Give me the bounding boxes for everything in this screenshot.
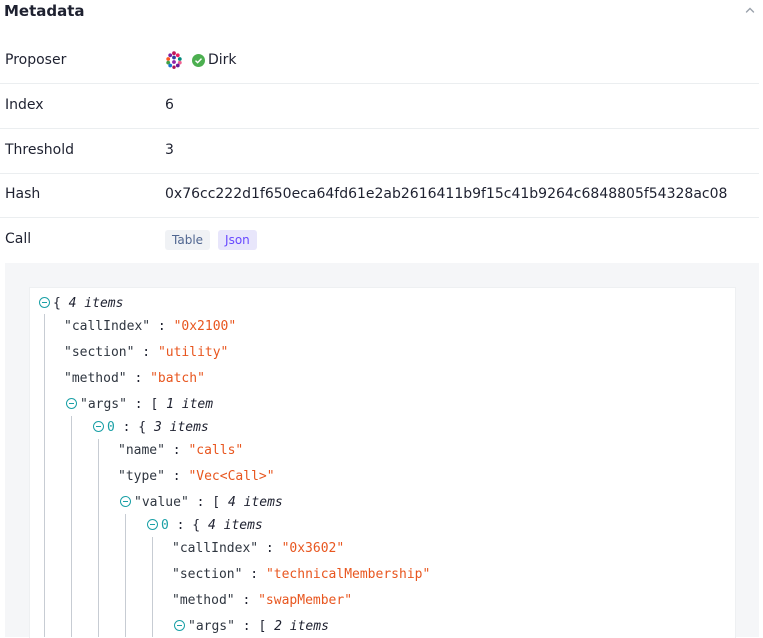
collapse-toggle-icon[interactable]	[147, 519, 158, 530]
json-line: "callIndex" : "0x3602"	[172, 541, 345, 556]
tree-guide-line	[98, 439, 99, 637]
tree-guide-line	[125, 514, 126, 637]
proposer-label: Proposer	[5, 52, 67, 68]
json-viewer	[29, 287, 736, 638]
call-label: Call	[5, 231, 32, 247]
hash-value: 0x76cc222d1f650eca64fd61e2ab2616411b9f15…	[165, 186, 728, 202]
index-row: Index 6	[0, 84, 759, 129]
index-label: Index	[5, 97, 44, 113]
json-line: 0 : { 4 items	[147, 518, 263, 533]
json-line: "section" : "utility"	[64, 345, 229, 360]
threshold-row: Threshold 3	[0, 129, 759, 174]
verified-check-icon	[192, 53, 205, 67]
proposer-row: Proposer Dirk	[0, 39, 759, 84]
json-line: "args" : [ 1 item	[66, 397, 213, 412]
json-line: "value" : [ 4 items	[120, 495, 283, 510]
tree-guide-line	[44, 314, 45, 637]
proposer-name[interactable]: Dirk	[208, 52, 237, 68]
threshold-label: Threshold	[5, 142, 74, 158]
json-line: "args" : [ 2 items	[174, 619, 329, 634]
collapse-toggle-icon[interactable]	[66, 398, 77, 409]
index-value: 6	[165, 97, 174, 113]
section-title: Metadata	[4, 2, 85, 20]
proposer-value: Dirk	[165, 49, 237, 71]
json-line: 0 : { 3 items	[93, 420, 209, 435]
hash-row: Hash 0x76cc222d1f650eca64fd61e2ab2616411…	[0, 173, 759, 218]
json-root-line: { 4 items	[39, 296, 123, 311]
json-line: "type" : "Vec<Call>"	[118, 469, 275, 484]
metadata-header: Metadata	[0, 0, 763, 26]
json-tab[interactable]: Json	[218, 230, 257, 250]
json-line: "callIndex" : "0x2100"	[64, 319, 237, 334]
call-view-tabs: Table Json	[165, 230, 265, 250]
json-line: "method" : "batch"	[64, 371, 205, 386]
collapse-toggle-icon[interactable]	[174, 620, 185, 631]
collapse-toggle-icon[interactable]	[39, 297, 50, 308]
collapse-toggle-icon[interactable]	[120, 496, 131, 507]
chevron-up-icon[interactable]	[744, 4, 756, 16]
identicon-icon	[166, 51, 182, 69]
collapse-toggle-icon[interactable]	[93, 421, 104, 432]
call-row: Call Table Json	[0, 218, 759, 262]
threshold-value: 3	[165, 142, 174, 158]
tree-guide-line	[152, 537, 153, 637]
json-line: "section" : "technicalMembership"	[172, 567, 431, 582]
tree-guide-line	[71, 416, 72, 637]
json-line: "method" : "swapMember"	[172, 593, 353, 608]
json-line: "name" : "calls"	[118, 443, 244, 458]
hash-label: Hash	[5, 186, 41, 202]
table-tab[interactable]: Table	[165, 230, 211, 250]
